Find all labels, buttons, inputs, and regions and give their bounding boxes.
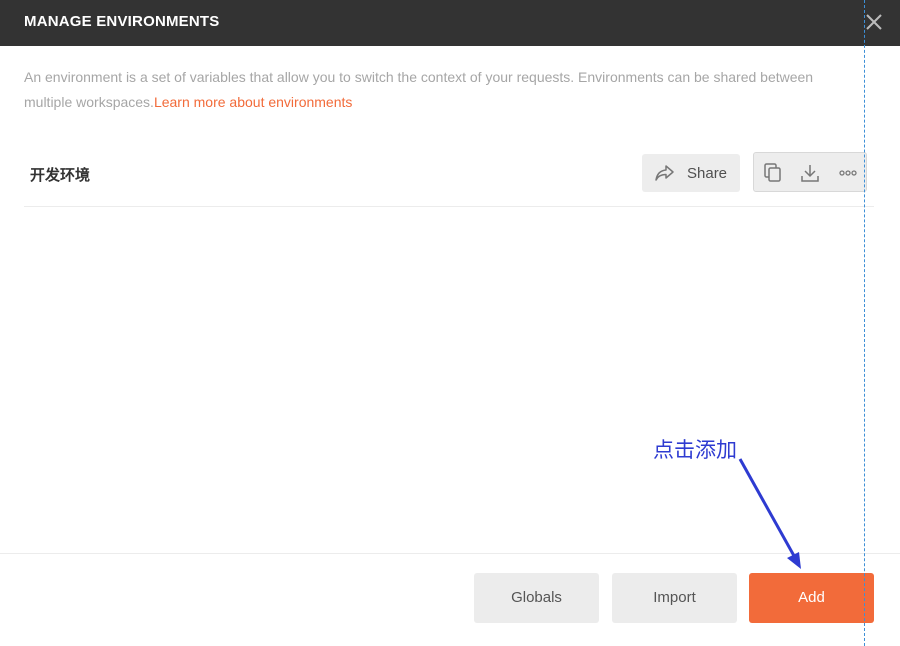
duplicate-icon[interactable]: [762, 162, 784, 184]
environment-row[interactable]: 开发环境 Share: [24, 152, 874, 207]
close-icon[interactable]: [862, 10, 886, 34]
share-button[interactable]: Share: [642, 154, 740, 192]
import-button[interactable]: Import: [612, 573, 737, 623]
modal-title: MANAGE ENVIRONMENTS: [24, 13, 220, 30]
environment-actions: [753, 152, 867, 192]
add-button[interactable]: Add: [749, 573, 874, 623]
modal-header: MANAGE ENVIRONMENTS: [0, 0, 900, 46]
learn-more-link[interactable]: Learn more about environments: [154, 94, 352, 110]
more-icon[interactable]: [837, 162, 859, 184]
description-text: An environment is a set of variables tha…: [24, 69, 814, 110]
guide-line: [864, 0, 865, 646]
download-icon[interactable]: [799, 162, 821, 184]
annotation-text: 点击添加: [653, 438, 737, 462]
environment-name[interactable]: 开发环境: [30, 164, 90, 185]
annotation-arrow-icon: [738, 458, 801, 569]
share-icon: [655, 165, 674, 181]
description: An environment is a set of variables tha…: [24, 65, 864, 115]
globals-button[interactable]: Globals: [474, 573, 599, 623]
share-label: Share: [687, 165, 728, 182]
